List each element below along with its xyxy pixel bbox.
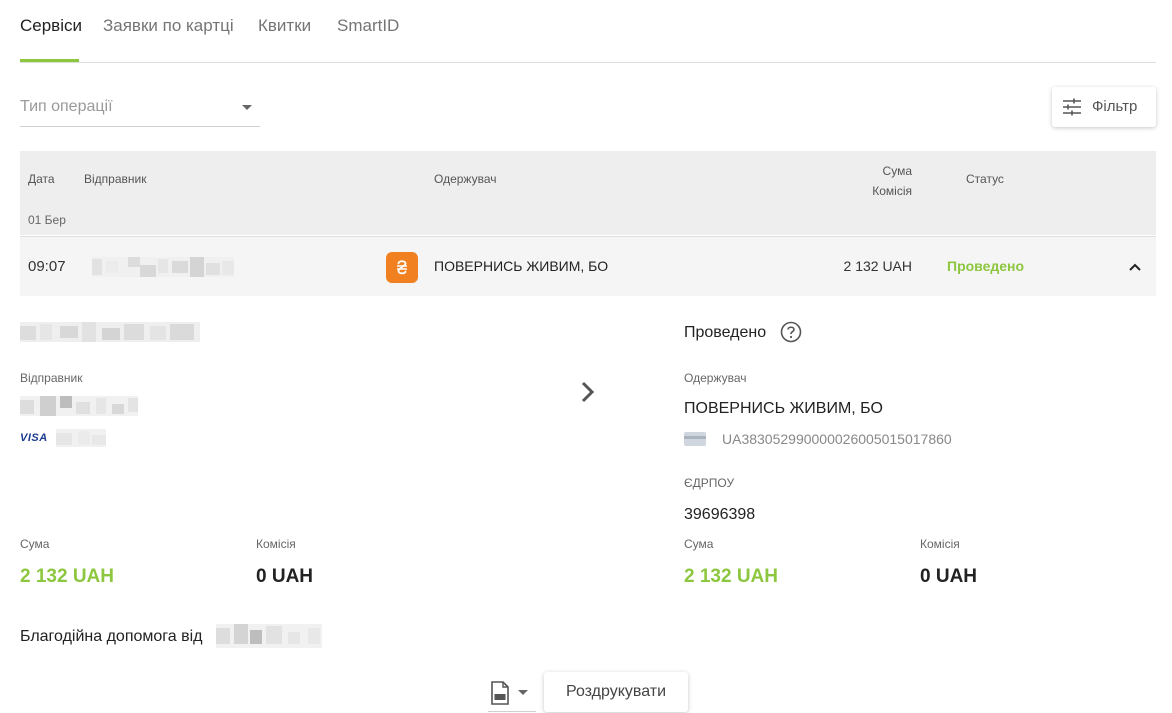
payment-purpose-redacted — [216, 624, 322, 648]
recipient-sum-label: Сума — [684, 537, 714, 551]
sender-commission-label: Комісія — [256, 537, 296, 551]
chevron-up-icon[interactable] — [1127, 259, 1143, 275]
column-sender: Відправник — [84, 172, 147, 186]
edrpou-value: 39696398 — [684, 506, 756, 523]
recipient-commission: 0 UAH — [920, 566, 978, 587]
help-icon[interactable] — [780, 321, 802, 343]
tab-smartid[interactable]: SmartID — [337, 16, 399, 36]
tab-tickets[interactable]: Квитки — [258, 16, 311, 36]
sender-name-redacted — [20, 396, 138, 416]
pdf-file-icon — [491, 681, 509, 705]
filter-button-label: Фільтр — [1092, 98, 1138, 115]
caret-down-icon — [242, 105, 252, 110]
operation-type-placeholder: Тип операції — [20, 98, 113, 115]
sender-label: Відправник — [20, 371, 83, 385]
hryvnia-icon — [397, 260, 407, 275]
payment-purpose: Благодійна допомога від — [20, 628, 203, 645]
recipient-name: ПОВЕРНИСЬ ЖИВИМ, БО — [684, 400, 883, 417]
sender-redacted — [92, 257, 234, 277]
column-recipient: Одержувач — [434, 172, 497, 186]
table-header: Дата Відправник Одержувач Сума Комісія С… — [20, 151, 1156, 235]
organization-icon — [386, 252, 418, 283]
tab-services[interactable]: Сервіси — [20, 16, 82, 36]
tab-card-requests[interactable]: Заявки по картці — [103, 16, 234, 36]
chevron-right-icon — [581, 381, 595, 403]
recipient-sum: 2 132 UAH — [684, 566, 778, 587]
sender-commission: 0 UAH — [256, 566, 314, 587]
operation-type-select[interactable]: Тип операції — [20, 92, 260, 127]
column-commission-label: Комісія — [872, 184, 912, 198]
active-tab-indicator — [20, 59, 79, 62]
column-date: Дата — [28, 172, 55, 186]
column-sum-label: Сума — [882, 164, 912, 178]
file-format-select[interactable] — [488, 679, 536, 712]
row-status: Проведено — [947, 258, 1025, 274]
column-sum: Сума Комісія — [872, 161, 912, 201]
table-row[interactable]: 09:07 ПОВЕРНИСЬ ЖИВИМ, БО 2 132 UAH Пров… — [20, 236, 1156, 296]
filter-button[interactable]: Фільтр — [1052, 87, 1156, 127]
sender-details-redacted — [20, 322, 200, 342]
tab-bar: Сервіси Заявки по картці Квитки SmartID — [20, 0, 1156, 63]
card-number-redacted — [56, 429, 106, 447]
edrpou-label: ЄДРПОУ — [684, 476, 735, 490]
caret-down-icon — [518, 690, 528, 695]
detail-status: Проведено — [684, 324, 767, 341]
bank-card-icon — [684, 432, 706, 446]
recipient-commission-label: Комісія — [920, 537, 960, 551]
sliders-icon — [1063, 98, 1081, 116]
day-group-label: 01 Бер — [28, 213, 66, 227]
recipient-iban: UA383052990000026005015017860 — [722, 431, 952, 447]
recipient-label: Одержувач — [684, 371, 747, 385]
row-time: 09:07 — [28, 258, 66, 275]
row-recipient: ПОВЕРНИСЬ ЖИВИМ, БО — [434, 258, 609, 274]
sender-sum: 2 132 UAH — [20, 566, 114, 587]
sender-sum-label: Сума — [20, 537, 50, 551]
visa-logo: VISA — [20, 432, 48, 444]
column-status: Статус — [966, 172, 1004, 186]
row-sum: 2 132 UAH — [843, 258, 912, 274]
print-button[interactable]: Роздрукувати — [544, 672, 688, 712]
